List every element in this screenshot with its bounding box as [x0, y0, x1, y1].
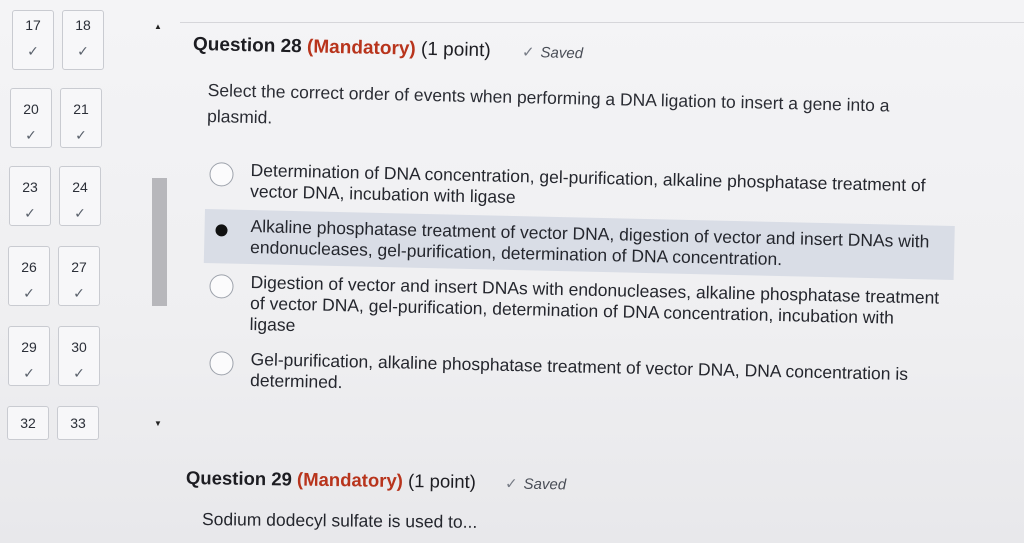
nav-question-26[interactable]: 26 ✓: [8, 246, 50, 306]
answer-options: Determination of DNA concentration, gel-…: [203, 153, 955, 396]
saved-label: Saved: [523, 475, 567, 494]
mandatory-label: (Mandatory): [296, 468, 404, 492]
nav-number: 17: [25, 17, 41, 33]
nav-number: 23: [22, 179, 38, 195]
option-text: Alkaline phosphatase treatment of vector…: [249, 216, 930, 270]
nav-number: 33: [70, 415, 86, 431]
nav-number: 30: [71, 339, 87, 355]
nav-question-30[interactable]: 30 ✓: [58, 326, 100, 386]
radio-button[interactable]: [209, 274, 234, 299]
nav-number: 26: [21, 259, 37, 275]
nav-number: 18: [75, 17, 91, 33]
question-title: Question 28: [192, 34, 302, 58]
check-icon: ✓: [25, 127, 37, 143]
nav-number: 21: [73, 101, 89, 117]
nav-question-18[interactable]: 18 ✓: [62, 10, 104, 70]
check-icon: ✓: [73, 365, 85, 381]
nav-number: 27: [71, 259, 87, 275]
scrollbar-thumb[interactable]: [152, 178, 167, 306]
option-text: Gel-purification, alkaline phosphatase t…: [249, 349, 909, 393]
nav-question-32[interactable]: 32: [7, 406, 49, 440]
saved-status: ✓ Saved: [505, 475, 566, 493]
nav-question-33[interactable]: 33: [57, 406, 99, 440]
question-28-header: Question 28 (Mandatory) (1 point) ✓ Saved: [193, 34, 584, 64]
check-icon: ✓: [27, 43, 39, 59]
nav-number: 20: [23, 101, 39, 117]
nav-question-29[interactable]: 29 ✓: [8, 326, 50, 386]
nav-question-24[interactable]: 24 ✓: [59, 166, 101, 226]
saved-label: Saved: [540, 44, 584, 63]
question-prompt: Select the correct order of events when …: [206, 79, 890, 128]
points-label: (1 point): [407, 470, 477, 493]
nav-number: 29: [21, 339, 37, 355]
nav-number: 24: [72, 179, 88, 195]
nav-question-27[interactable]: 27 ✓: [58, 246, 100, 306]
scroll-up-icon[interactable]: ▲: [152, 22, 164, 32]
mandatory-label: (Mandatory): [306, 36, 416, 60]
check-icon: ✓: [521, 43, 535, 62]
question-29-prompt: Sodium dodecyl sulfate is used to...: [201, 509, 478, 532]
option-text: Digestion of vector and insert DNAs with…: [249, 272, 940, 336]
check-icon: ✓: [23, 285, 35, 301]
answer-option-3[interactable]: Digestion of vector and insert DNAs with…: [203, 265, 955, 357]
nav-question-20[interactable]: 20 ✓: [10, 88, 52, 148]
radio-button-selected[interactable]: [209, 218, 234, 243]
check-icon: ✓: [24, 205, 36, 221]
question-29-header: Question 29 (Mandatory) (1 point) ✓ Saved: [186, 467, 566, 494]
check-icon: ✓: [504, 475, 518, 493]
nav-question-23[interactable]: 23 ✓: [9, 166, 51, 226]
check-icon: ✓: [75, 127, 87, 143]
check-icon: ✓: [77, 43, 89, 59]
check-icon: ✓: [73, 285, 85, 301]
top-divider: [180, 22, 1024, 23]
points-label: (1 point): [420, 38, 491, 62]
check-icon: ✓: [23, 365, 35, 381]
radio-button[interactable]: [209, 162, 234, 187]
scroll-down-icon[interactable]: ▼: [152, 419, 164, 429]
question-navigator: 17 ✓ 18 ✓ 20 ✓ 21 ✓ 23 ✓ 24 ✓ 26 ✓ 27 ✓ …: [0, 0, 167, 543]
nav-number: 32: [20, 415, 36, 431]
saved-status: ✓ Saved: [522, 44, 583, 62]
nav-question-17[interactable]: 17 ✓: [12, 10, 54, 70]
nav-question-21[interactable]: 21 ✓: [60, 88, 102, 148]
radio-button[interactable]: [209, 351, 234, 376]
question-title: Question 29: [185, 467, 293, 490]
option-text: Determination of DNA concentration, gel-…: [249, 160, 926, 208]
check-icon: ✓: [74, 205, 86, 221]
